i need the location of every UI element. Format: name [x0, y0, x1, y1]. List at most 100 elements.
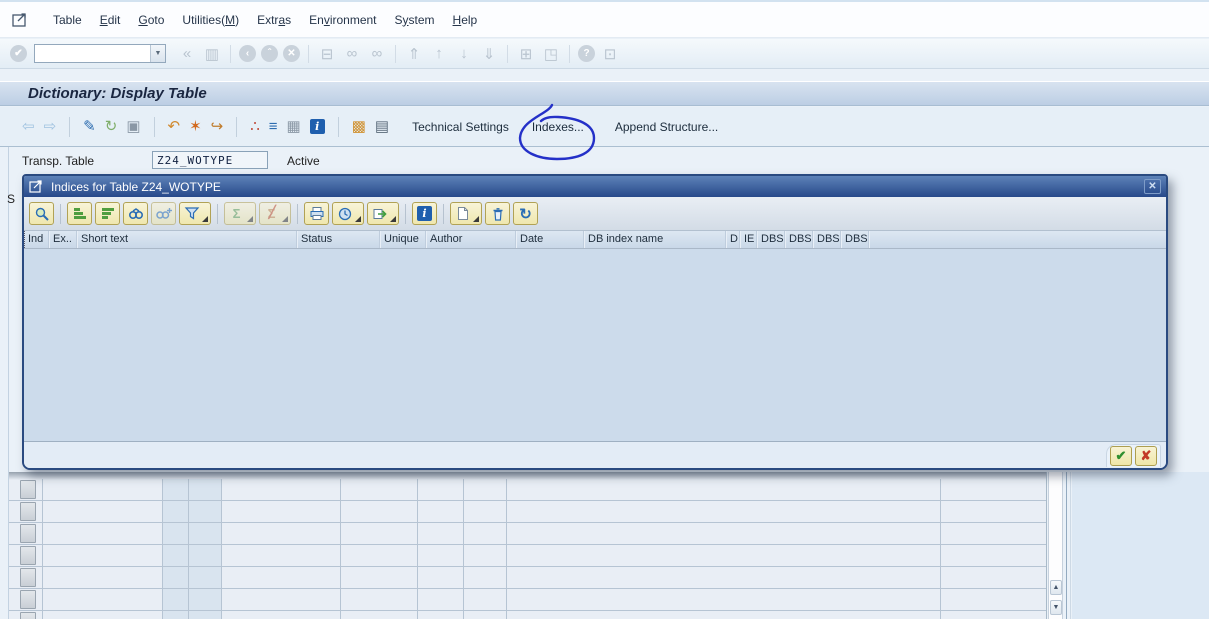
filter-icon[interactable] [179, 202, 211, 225]
menu-edit[interactable]: Edit [93, 10, 128, 30]
grid-line [417, 479, 418, 619]
vertical-scrollbar[interactable]: ▲ ▼ [1048, 472, 1063, 619]
column-header-ie[interactable]: IE [741, 231, 758, 248]
row-selector[interactable] [20, 568, 36, 587]
create-index-icon[interactable] [450, 202, 482, 225]
info-icon[interactable]: i [310, 119, 325, 134]
runtime-object-icon[interactable]: ▩ [352, 118, 366, 136]
command-input[interactable] [35, 45, 150, 62]
create-shortcut-icon[interactable]: ◳ [541, 45, 561, 63]
sort-descending-icon[interactable] [95, 202, 120, 225]
find-icon[interactable] [123, 202, 148, 225]
table-row [9, 567, 1046, 589]
row-selector[interactable] [20, 590, 36, 609]
next-page-icon[interactable]: ↓ [454, 45, 474, 62]
info-icon[interactable]: i [412, 202, 437, 225]
column-header-unique[interactable]: Unique [381, 231, 427, 248]
sort-ascending-icon[interactable] [67, 202, 92, 225]
system-menu-icon[interactable] [12, 12, 30, 28]
forward-icon[interactable]: ⇨ [44, 118, 57, 136]
copy-icon[interactable]: ▣ [126, 118, 140, 136]
modify-icon[interactable]: ✶ [189, 118, 202, 136]
toolbar-separator [154, 117, 155, 137]
row-selector[interactable] [20, 612, 36, 619]
find-icon[interactable]: ∞ [342, 45, 362, 62]
row-selector[interactable] [20, 480, 36, 499]
indexes-button[interactable]: Indexes... [524, 116, 592, 138]
index-table-header: IndEx..Short textStatusUniqueAuthorDateD… [24, 231, 1166, 249]
continue-button[interactable]: ✔ [1110, 446, 1132, 466]
menu-environment[interactable]: Environment [302, 10, 383, 30]
technical-settings-button[interactable]: Technical Settings [404, 116, 517, 138]
refresh-icon[interactable]: ↻ [513, 202, 538, 225]
index-list-icon[interactable]: ≡ [269, 118, 278, 136]
where-used-icon[interactable]: ↪ [211, 118, 224, 136]
undo-icon[interactable]: ↶ [168, 118, 181, 136]
row-selector[interactable] [20, 502, 36, 521]
row-selector[interactable] [20, 524, 36, 543]
column-header-dbs[interactable]: DBS [786, 231, 814, 248]
subtotal-icon[interactable]: Σ [259, 202, 291, 225]
menu-extras[interactable]: Extras [250, 10, 298, 30]
scroll-up-icon[interactable]: ▲ [1050, 580, 1062, 595]
back-icon[interactable]: ‹ [239, 45, 256, 62]
menu-table[interactable]: Table [46, 10, 89, 30]
display-change-icon[interactable]: ✎ [83, 118, 96, 136]
panel-divider [1066, 472, 1071, 619]
toolbar-separator [297, 204, 298, 224]
help-icon[interactable]: ? [578, 45, 595, 62]
transp-table-field[interactable]: Z24_WOTYPE [152, 151, 268, 169]
customize-layout-icon[interactable]: ⊡ [600, 45, 620, 63]
cancel-icon[interactable]: ✕ [283, 45, 300, 62]
hierarchy-icon[interactable]: ∴ [250, 118, 260, 136]
toolbar-separator [308, 45, 309, 63]
row-selector[interactable] [20, 546, 36, 565]
column-header-short-text[interactable]: Short text [78, 231, 298, 248]
save-icon[interactable]: ▥ [202, 45, 222, 63]
choose-detail-icon[interactable] [29, 202, 54, 225]
app-toolbar-icons: ⇦ ⇨ ✎ ↻ ▣ ↶ ✶ ↪ ∴ ≡ ▦ i ▩ ▤ [22, 117, 389, 137]
table-contents-icon[interactable]: ▦ [287, 118, 301, 136]
menu-system[interactable]: System [388, 10, 442, 30]
append-structure-button[interactable]: Append Structure... [607, 116, 726, 138]
delete-index-icon[interactable] [485, 202, 510, 225]
exit-icon[interactable]: ˆ [261, 45, 278, 62]
views-icon[interactable] [332, 202, 364, 225]
back-icon[interactable]: ⇦ [22, 118, 35, 136]
toolbar-separator [230, 45, 231, 63]
column-header-d[interactable]: D [727, 231, 741, 248]
column-header-ind[interactable]: Ind [24, 231, 50, 248]
close-icon[interactable]: ✕ [1144, 179, 1161, 194]
menu-goto[interactable]: Goto [131, 10, 171, 30]
page-title: Dictionary: Display Table [0, 81, 1209, 106]
menu-help[interactable]: Help [446, 10, 485, 30]
print-icon[interactable]: ⊟ [317, 45, 337, 63]
dialog-icon [29, 180, 44, 193]
last-page-icon[interactable]: ⇓ [479, 45, 499, 63]
grid-line [188, 479, 189, 619]
column-header-ex[interactable]: Ex.. [50, 231, 78, 248]
find-next-icon[interactable] [151, 202, 176, 225]
sum-icon[interactable]: Σ [224, 202, 256, 225]
cancel-button[interactable]: ✘ [1135, 446, 1157, 466]
column-header-author[interactable]: Author [427, 231, 517, 248]
column-header-date[interactable]: Date [517, 231, 585, 248]
column-header-dbs[interactable]: DBS [842, 231, 870, 248]
export-icon[interactable] [367, 202, 399, 225]
collapse-icon[interactable]: « [177, 45, 197, 62]
find-next-icon[interactable]: ∞ [367, 45, 387, 62]
column-header-db-index-name[interactable]: DB index name [585, 231, 727, 248]
chevron-down-icon[interactable]: ▼ [150, 45, 165, 62]
enter-icon[interactable]: ✔ [10, 45, 27, 62]
scroll-down-icon[interactable]: ▼ [1050, 600, 1062, 615]
column-header-dbs[interactable]: DBS [758, 231, 786, 248]
print-icon[interactable] [304, 202, 329, 225]
menu-utilitiesm[interactable]: Utilities(M) [175, 10, 246, 30]
db-utility-icon[interactable]: ▤ [375, 118, 389, 136]
first-page-icon[interactable]: ⇑ [404, 45, 424, 63]
previous-page-icon[interactable]: ↑ [429, 45, 449, 62]
column-header-status[interactable]: Status [298, 231, 381, 248]
new-session-icon[interactable]: ⊞ [516, 45, 536, 63]
column-header-dbs[interactable]: DBS [814, 231, 842, 248]
refresh-icon[interactable]: ↻ [105, 118, 118, 136]
